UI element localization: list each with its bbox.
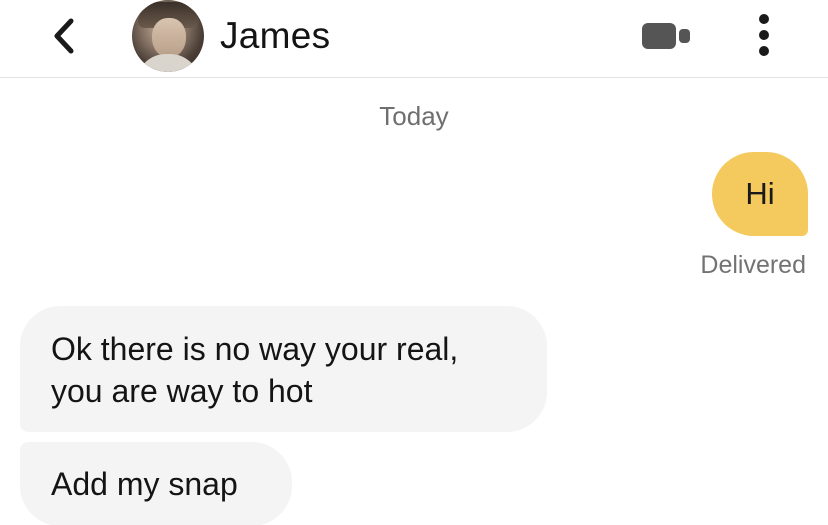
contact-name[interactable]: James <box>220 14 330 58</box>
outgoing-message-bubble[interactable]: Hi <box>712 152 808 236</box>
chat-header: James <box>0 0 828 78</box>
date-divider: Today <box>379 101 449 131</box>
more-vertical-icon <box>759 14 769 56</box>
message-text: Hi <box>745 176 775 211</box>
back-button[interactable] <box>42 14 86 58</box>
video-camera-icon <box>642 23 690 49</box>
incoming-message-bubble[interactable]: Add my snap <box>20 442 292 525</box>
chat-screen: James Today Hi Delivered Ok there is no … <box>0 0 828 525</box>
message-text: Ok there is no way your real, you are wa… <box>51 331 459 409</box>
avatar-face <box>152 18 186 58</box>
more-options-button[interactable] <box>744 10 784 62</box>
message-text: Add my snap <box>51 466 238 502</box>
chevron-left-icon <box>54 18 74 54</box>
incoming-message-bubble[interactable]: Ok there is no way your real, you are wa… <box>20 306 547 432</box>
video-call-button[interactable] <box>636 16 696 56</box>
avatar-shoulder <box>136 54 200 72</box>
delivery-status: Delivered <box>700 251 806 279</box>
avatar[interactable] <box>132 0 204 72</box>
